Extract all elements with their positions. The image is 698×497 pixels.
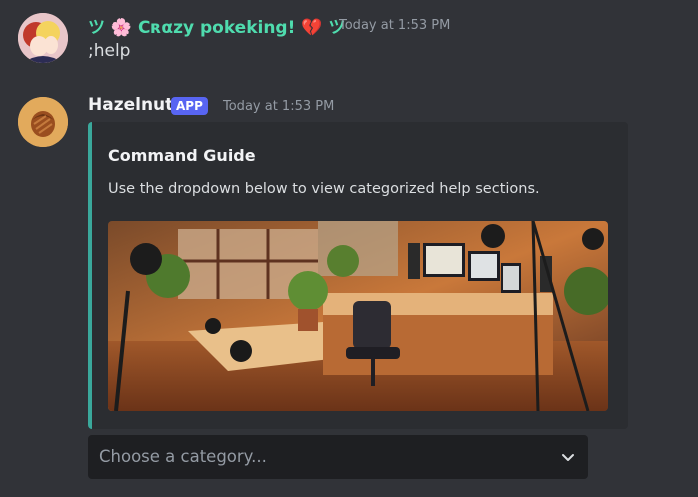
message-content: ;help <box>88 41 131 61</box>
timestamp: Today at 1:53 PM <box>223 99 335 114</box>
message-1: ツ 🌸 Cʀαzу pokeking! 💔 ツ Today at 1:53 PM… <box>0 0 698 85</box>
select-placeholder: Choose a category... <box>99 447 267 466</box>
app-badge: APP <box>171 97 208 115</box>
username[interactable]: ツ 🌸 Cʀαzу pokeking! 💔 ツ <box>88 13 345 38</box>
embed-title: Command Guide <box>108 146 256 165</box>
timestamp: Today at 1:53 PM <box>339 18 451 33</box>
embed-description: Use the dropdown below to view categoriz… <box>108 181 540 197</box>
hazelnut-avatar[interactable] <box>18 97 68 147</box>
category-select[interactable]: Choose a category... <box>88 435 588 479</box>
message-2: Hazelnut APP Today at 1:53 PM Command Gu… <box>0 85 698 497</box>
chevron-down-icon <box>562 454 574 461</box>
bot-username[interactable]: Hazelnut <box>88 95 173 115</box>
user-avatar[interactable] <box>18 13 68 63</box>
embed-image[interactable] <box>108 221 608 411</box>
embed: Command Guide Use the dropdown below to … <box>88 122 628 429</box>
